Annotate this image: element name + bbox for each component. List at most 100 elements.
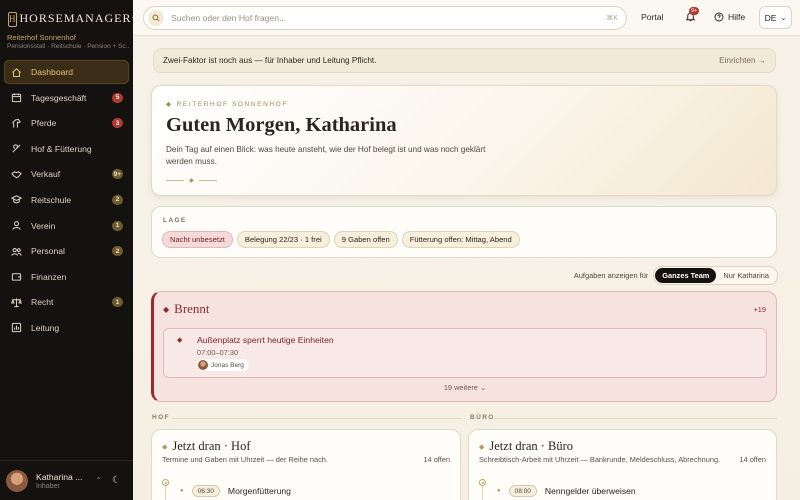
- home-icon: [10, 66, 22, 78]
- logo-mark-icon: H: [8, 11, 17, 27]
- timeline-entry[interactable]: ● 08:00 Nenngelder überweisen: [497, 485, 636, 497]
- handshake-icon: [10, 168, 22, 180]
- sidebar-item-label: Personal: [31, 246, 65, 257]
- user-menu[interactable]: Katharina ... Inhaber ⌃ ☾: [0, 460, 133, 500]
- status-label: LAGE: [163, 217, 187, 224]
- section-label-buero: BÜRO: [470, 414, 495, 421]
- show-more-button[interactable]: 19 weitere ⌄: [154, 383, 776, 392]
- task-time: 07:00–07:30: [197, 348, 239, 357]
- sidebar-item-finanzen[interactable]: Finanzen: [4, 265, 129, 289]
- sidebar-item-reitschule[interactable]: Reitschule 2: [4, 188, 129, 212]
- urgent-title: ◆ Brennt: [163, 301, 210, 316]
- sidebar-item-leitung[interactable]: Leitung: [4, 316, 129, 340]
- open-count: 14 offen: [423, 455, 450, 464]
- card-title: ◆ Jetzt dran · Hof: [162, 439, 251, 453]
- sidebar-item-label: Recht: [31, 297, 54, 308]
- feed-icon: [10, 143, 22, 155]
- dot-icon: ●: [497, 488, 501, 494]
- setup-2fa-link[interactable]: Einrichten →: [719, 56, 766, 65]
- time-badge: 06:30: [191, 485, 220, 497]
- diamond-icon: ◆: [162, 442, 168, 451]
- status-chips: Nacht unbesetzt Belegung 22/23 · 1 frei …: [162, 231, 520, 248]
- scale-icon: [10, 296, 22, 308]
- calendar-icon: [10, 92, 22, 104]
- urgent-count: +19: [753, 305, 766, 314]
- sidebar-item-label: Reitschule: [31, 194, 72, 205]
- sidebar-item-label: Verein: [31, 220, 56, 231]
- sidebar-item-label: Verkauf: [31, 169, 61, 180]
- help-link[interactable]: Hilfe: [714, 12, 745, 22]
- urgent-task[interactable]: ◆ Außenplatz sperrt heutige Einheiten 07…: [163, 328, 767, 378]
- filter-only-me[interactable]: Nur Katharina: [716, 268, 776, 283]
- card-subtitle: Termine und Gaben mit Uhrzeit — der Reih…: [162, 455, 328, 464]
- greeting-card: ◆ REITERHOF SONNENHOF Guten Morgen, Katha…: [151, 85, 777, 196]
- assignee-chip: Jonas Berg: [197, 359, 249, 371]
- sidebar-item-label: Leitung: [31, 322, 60, 333]
- status-chip[interactable]: Nacht unbesetzt: [162, 231, 233, 248]
- users-icon: [10, 220, 22, 232]
- team-icon: [10, 245, 22, 257]
- ornament-divider: ◆: [166, 177, 217, 184]
- count-badge: 5: [112, 92, 123, 103]
- sidebar-item-recht[interactable]: Recht 1: [4, 290, 129, 314]
- count-badge: 3: [112, 118, 123, 129]
- sidebar-item-label: Hof & Fütterung: [31, 143, 92, 154]
- sidebar-item-personal[interactable]: Personal 2: [4, 239, 129, 263]
- sidebar-item-dashboard[interactable]: Dashboard: [4, 60, 129, 84]
- horse-icon: [10, 117, 22, 129]
- task-filter: Aufgaben anzeigen für Ganzes Team Nur Ka…: [574, 266, 778, 285]
- hero-description: Dein Tag auf einen Blick: was heute anst…: [166, 145, 486, 166]
- filter-whole-team[interactable]: Ganzes Team: [655, 268, 717, 283]
- sidebar-item-verein[interactable]: Verein 1: [4, 214, 129, 238]
- section-divider: [173, 418, 461, 419]
- task-filter-label: Aufgaben anzeigen für: [573, 271, 649, 280]
- two-factor-warning: Zwei-Faktor ist noch aus — für Inhaber u…: [153, 48, 776, 73]
- status-chip[interactable]: Fütterung offen: Mittag, Abend: [401, 231, 520, 248]
- farm-name: Reiterhof Sonnenhof: [7, 33, 76, 42]
- sidebar-item-tagesgeschaeft[interactable]: Tagesgeschäft 5: [4, 86, 129, 110]
- sidebar-item-label: Tagesgeschäft: [31, 92, 87, 103]
- diamond-icon: ◆: [163, 304, 170, 314]
- wallet-icon: [10, 271, 22, 283]
- help-icon: [714, 12, 724, 22]
- help-label: Hilfe: [728, 12, 746, 22]
- card-now-hof: ◆ Jetzt dran · Hof Termine und Gaben mit …: [151, 429, 461, 500]
- notification-badge: 9+: [689, 7, 700, 15]
- timeline-entry[interactable]: ● 06:30 Morgenfütterung: [180, 485, 291, 497]
- card-subtitle: Schreibtisch-Arbeit mit Uhrzeit — Bankru…: [479, 455, 721, 464]
- timeline-dot: [479, 479, 486, 486]
- sidebar-item-hof-fuetterung[interactable]: Hof & Fütterung: [4, 137, 129, 161]
- status-chip[interactable]: Belegung 22/23 · 1 frei: [236, 231, 330, 248]
- search-bar[interactable]: ⌘K: [143, 6, 627, 30]
- main-content: Zwei-Faktor ist noch aus — für Inhaber u…: [133, 36, 800, 500]
- search-shortcut: ⌘K: [606, 15, 618, 22]
- moon-icon[interactable]: ☾: [112, 475, 121, 486]
- count-badge: 2: [112, 246, 123, 257]
- task-title[interactable]: Außenplatz sperrt heutige Einheiten: [197, 335, 334, 345]
- card-now-buero: ◆ Jetzt dran · Büro Schreibtisch-Arbeit m…: [468, 429, 777, 500]
- sidebar-item-pferde[interactable]: Pferde 3: [4, 111, 129, 135]
- avatar: [6, 469, 28, 492]
- user-name: Katharina ...: [36, 471, 83, 482]
- sidebar: H HORSEMANAGER+ Reiterhof Sonnenhof Pens…: [0, 0, 139, 500]
- brand-logo[interactable]: H HORSEMANAGER+: [0, 0, 139, 27]
- sidebar-nav: Dashboard Tagesgeschäft 5 Pferde 3 Hof &…: [4, 60, 129, 342]
- search-input[interactable]: [171, 13, 607, 23]
- diamond-icon: ◆: [479, 442, 485, 451]
- chevron-down-icon: ⌄: [780, 14, 787, 22]
- sidebar-item-verkauf[interactable]: Verkauf 9+: [4, 162, 129, 186]
- dot-icon: ●: [180, 488, 184, 494]
- urgent-card: ◆ Brennt +19 ◆ Außenplatz sperrt heutige …: [151, 291, 777, 402]
- status-chip[interactable]: 9 Gaben offen: [333, 231, 398, 248]
- timeline-dot: [162, 479, 169, 486]
- sidebar-item-label: Pferde: [31, 118, 57, 129]
- portal-link[interactable]: Portal: [641, 12, 663, 22]
- notifications-button[interactable]: 9+: [685, 7, 700, 23]
- sidebar-item-label: Dashboard: [31, 67, 74, 77]
- language-select[interactable]: DE ⌄: [759, 6, 792, 29]
- section-divider: [495, 418, 777, 419]
- brand-name: HORSEMANAGER+: [19, 11, 140, 26]
- hero-eyebrow: ◆ REITERHOF SONNENHOF: [166, 100, 288, 109]
- sidebar-item-label: Finanzen: [31, 271, 67, 282]
- topbar: ⌘K Portal 9+ Hilfe DE ⌄: [133, 0, 800, 36]
